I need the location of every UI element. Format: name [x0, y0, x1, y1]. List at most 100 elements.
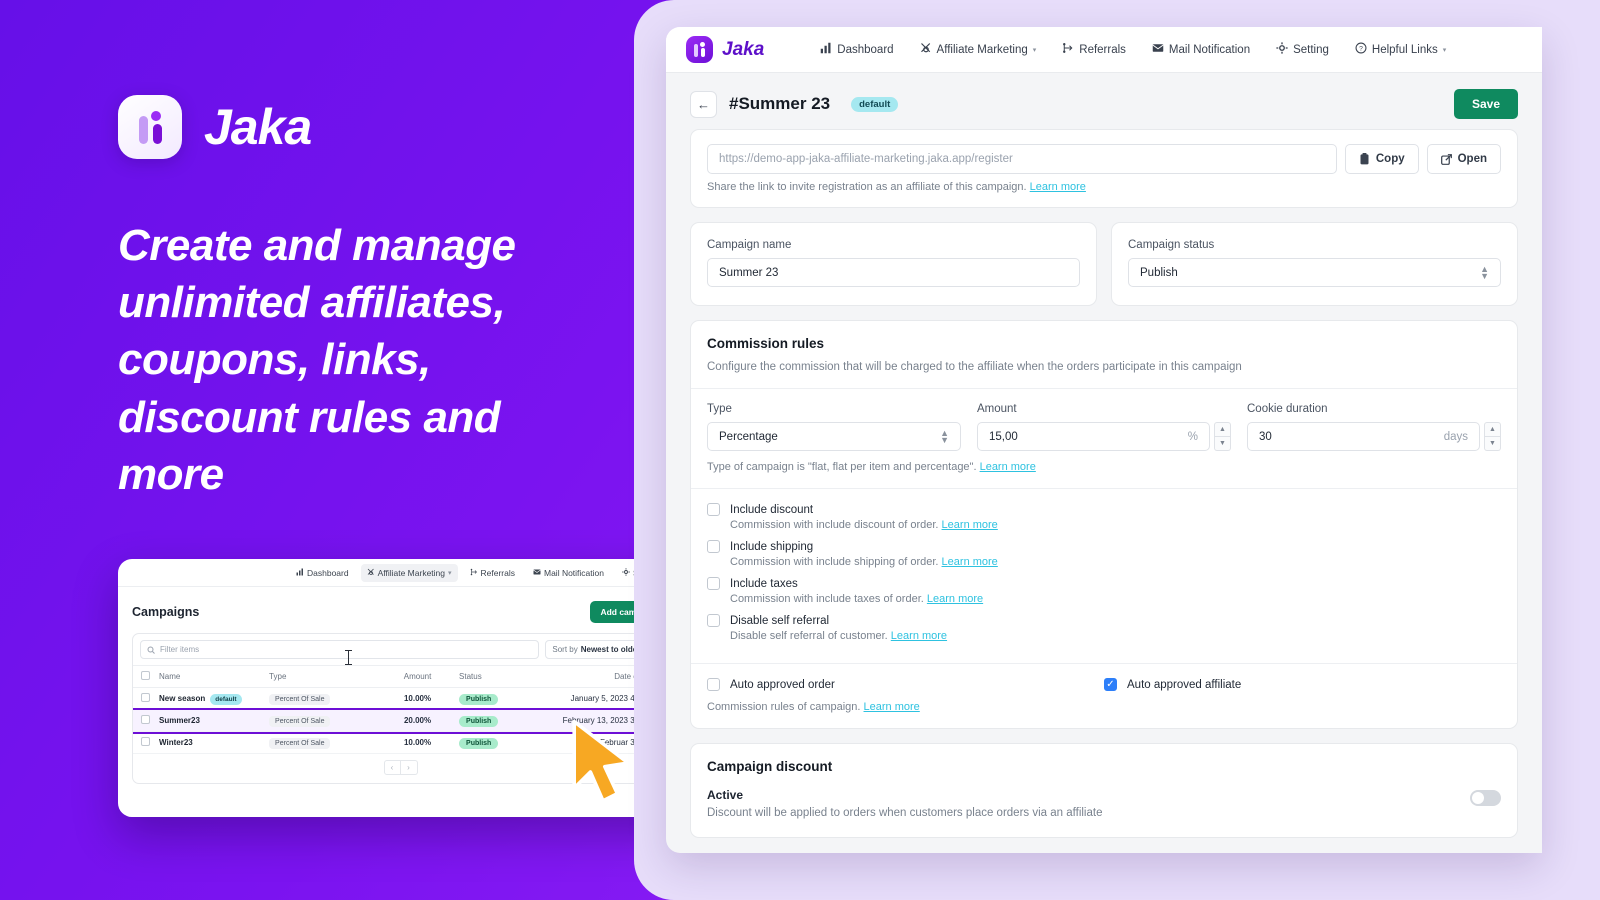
row-type: Percent Of Sale — [265, 709, 381, 732]
option-description: Commission with include taxes of order. … — [730, 593, 984, 605]
option-learn-more-link[interactable]: Learn more — [891, 630, 947, 642]
option-checkbox[interactable] — [707, 540, 720, 553]
row-type: Percent Of Sale — [265, 687, 381, 710]
commission-learn-more-link[interactable]: Learn more — [980, 461, 1036, 473]
bar-chart-icon — [820, 42, 832, 57]
amount-unit: % — [1187, 430, 1198, 443]
open-link-button[interactable]: Open — [1426, 144, 1501, 174]
option-learn-more-link[interactable]: Learn more — [942, 519, 998, 531]
select-all-checkbox[interactable] — [141, 671, 150, 680]
campaigns-table: NameTypeAmountStatusDate created New sea… — [133, 665, 668, 754]
bar-chart-icon — [296, 568, 304, 578]
inset-nav-mail-notification[interactable]: Mail Notification — [527, 564, 610, 582]
option-3: Disable self referral Disable self refer… — [707, 614, 1501, 642]
auto-learn-more-link[interactable]: Learn more — [864, 701, 920, 713]
table-row[interactable]: Summer23 Percent Of Sale 20.00% Publish … — [133, 707, 668, 734]
row-name: Winter23 — [155, 731, 266, 754]
page-header: ← #Summer 23 default Save — [666, 73, 1542, 129]
row-status: Publish — [455, 709, 536, 732]
commission-title: Commission rules — [707, 336, 825, 351]
auto-note-text: Commission rules of campaign. — [707, 701, 861, 713]
pagination-prev[interactable]: ‹ — [383, 760, 401, 775]
campaign-status-select[interactable]: Publish ▲ ▼ — [1128, 258, 1501, 287]
row-checkbox[interactable] — [141, 737, 150, 746]
commission-type-select[interactable]: Percentage ▲ ▼ — [707, 422, 961, 451]
select-all-checkbox-cell[interactable] — [133, 665, 155, 688]
stepper-down-icon[interactable]: ▼ — [1214, 437, 1231, 451]
pagination-next[interactable]: › — [400, 760, 418, 775]
type-label: Type — [707, 403, 732, 415]
commission-type-value: Percentage — [719, 430, 778, 443]
cookie-duration-input[interactable]: 30 days — [1247, 422, 1480, 451]
auto-note: Commission rules of campaign. Learn more — [691, 691, 1517, 728]
stepper-up-icon[interactable]: ▲ — [1214, 422, 1231, 437]
open-label: Open — [1457, 153, 1487, 165]
nav-mail-notification[interactable]: Mail Notification — [1152, 42, 1250, 57]
save-button-top[interactable]: Save — [1453, 89, 1518, 119]
row-amount: 10.00% — [380, 687, 456, 710]
table-row[interactable]: New season default Percent Of Sale 10.00%… — [133, 687, 668, 710]
nav-referrals[interactable]: Referrals — [1062, 42, 1126, 57]
pagination[interactable]: ‹ › — [133, 754, 668, 783]
filter-input[interactable]: Filter items — [140, 640, 540, 659]
inset-nav-referrals[interactable]: Referrals — [464, 564, 521, 582]
app-navbar: Jaka Dashboard Affiliate Marketing ▾ Ref… — [666, 27, 1542, 73]
stepper-down-icon[interactable]: ▼ — [1484, 437, 1501, 451]
select-chevron-icon: ▲ ▼ — [940, 427, 949, 445]
chevron-down-icon: ▾ — [1032, 46, 1037, 54]
row-checkbox[interactable] — [141, 715, 150, 724]
inset-nav-dashboard[interactable]: Dashboard — [290, 564, 355, 582]
app-logo-text: Jaka — [722, 38, 765, 60]
inset-page-title: Campaigns — [132, 605, 200, 619]
nav-setting[interactable]: Setting — [1276, 42, 1329, 57]
back-button[interactable]: ← — [690, 90, 717, 118]
row-checkbox[interactable] — [141, 693, 150, 702]
nav-dashboard[interactable]: Dashboard — [820, 42, 894, 57]
option-learn-more-link[interactable]: Learn more — [942, 556, 998, 568]
row-status: Publish — [455, 687, 536, 710]
auto-approved-order-checkbox[interactable] — [707, 678, 720, 691]
option-label: Include shipping — [730, 540, 814, 553]
commission-note-text: Type of campaign is "flat, flat per item… — [707, 461, 977, 473]
amount-stepper[interactable]: ▲ ▼ — [1214, 422, 1231, 451]
cookie-stepper[interactable]: ▲ ▼ — [1484, 422, 1501, 451]
table-row[interactable]: Winter23 Percent Of Sale 10.00% Publish … — [133, 731, 668, 754]
auto-approved-order-row[interactable]: Auto approved order — [707, 678, 1104, 691]
nav-helpful-links[interactable]: ? Helpful Links ▾ — [1355, 42, 1446, 57]
auto-approved-order-label: Auto approved order — [730, 678, 835, 691]
inset-nav-affiliate-marketing[interactable]: Affiliate Marketing ▾ — [360, 563, 458, 582]
app-logo[interactable]: Jaka — [686, 36, 764, 63]
default-badge: default — [851, 96, 899, 112]
column-header: Type — [265, 665, 381, 688]
auto-approved-affiliate-row[interactable]: ✓ Auto approved affiliate — [1104, 678, 1501, 691]
amount-input[interactable]: 15,00 % — [977, 422, 1210, 451]
stepper-up-icon[interactable]: ▲ — [1484, 422, 1501, 437]
jaka-logo-icon — [118, 95, 182, 159]
column-header: Name — [155, 665, 266, 688]
nav-label: Helpful Links — [1371, 43, 1438, 56]
inset-nav-label: Affiliate Marketing — [377, 567, 445, 578]
option-label: Include taxes — [730, 577, 798, 590]
nav-affiliate-marketing[interactable]: Affiliate Marketing ▾ — [920, 42, 1037, 57]
option-checkbox[interactable] — [707, 503, 720, 516]
option-checkbox[interactable] — [707, 614, 720, 627]
inset-nav-label: Dashboard — [307, 567, 349, 578]
option-description: Commission with include discount of orde… — [730, 519, 998, 531]
referrals-icon — [470, 568, 478, 578]
registration-url-input[interactable]: https://demo-app-jaka-affiliate-marketin… — [707, 144, 1337, 174]
row-name: Summer23 — [155, 709, 266, 732]
default-badge: default — [210, 694, 242, 705]
copy-link-button[interactable]: Copy — [1344, 144, 1419, 174]
text-cursor — [345, 650, 352, 665]
share-learn-more-link[interactable]: Learn more — [1030, 181, 1086, 193]
option-label: Include discount — [730, 503, 814, 516]
option-checkbox[interactable] — [707, 577, 720, 590]
campaign-name-input[interactable]: Summer 23 — [707, 258, 1080, 287]
option-learn-more-link[interactable]: Learn more — [927, 593, 983, 605]
gear-icon — [622, 567, 630, 578]
gear-icon — [1276, 42, 1288, 57]
auto-approved-affiliate-checkbox[interactable]: ✓ — [1104, 678, 1117, 691]
discount-active-toggle[interactable] — [1470, 790, 1501, 806]
campaigns-preview-window: Dashboard Affiliate Marketing ▾ Referral… — [118, 559, 683, 817]
cookie-unit: days — [1443, 430, 1468, 443]
